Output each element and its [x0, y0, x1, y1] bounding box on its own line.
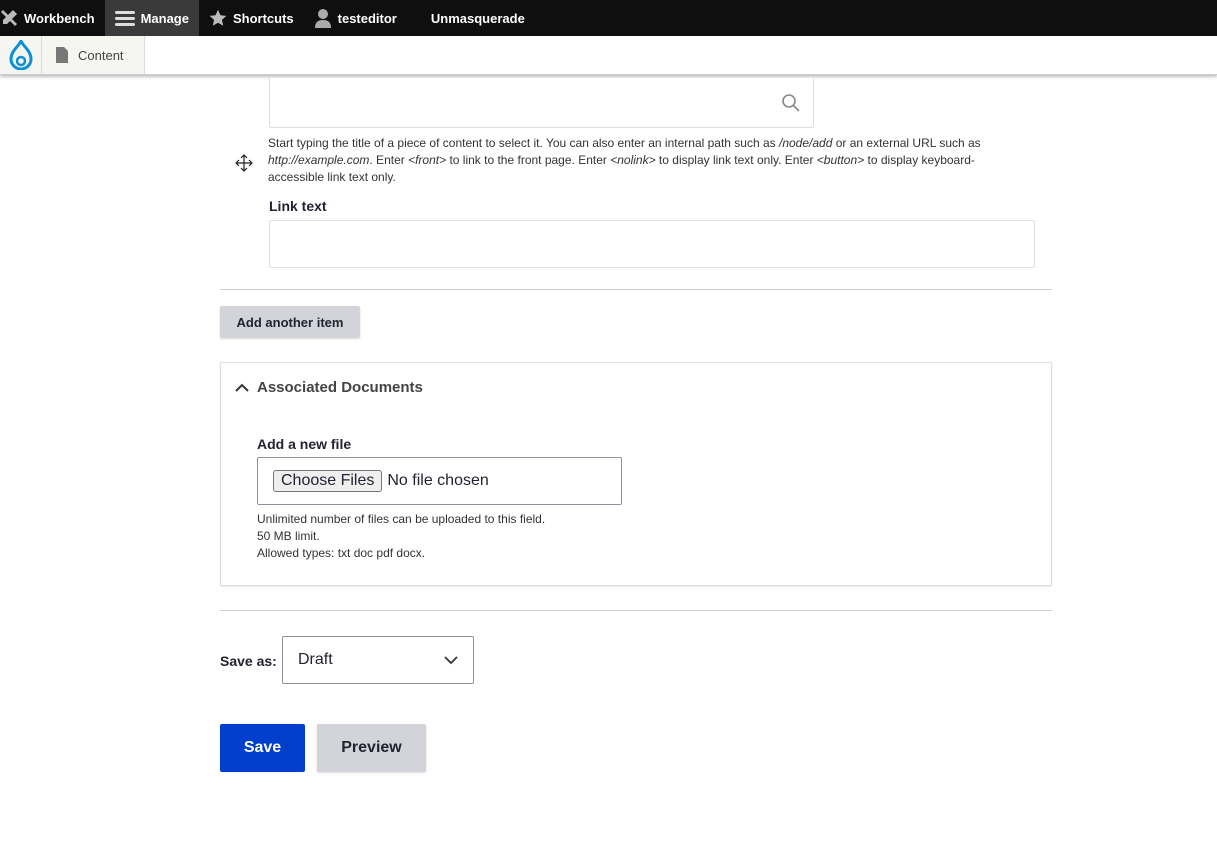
choose-files-button[interactable]: Choose Files: [273, 470, 383, 492]
user-icon: [314, 9, 331, 28]
divider: [220, 289, 1052, 290]
no-file-chosen-text: No file chosen: [387, 472, 489, 489]
tools-icon: [1, 10, 17, 26]
description-segment: to link to the front page. Enter: [446, 153, 611, 167]
associated-documents-summary[interactable]: Associated Documents: [235, 379, 423, 396]
description-segment: <button>: [816, 153, 865, 167]
toolbar-shortcuts[interactable]: Shortcuts: [199, 0, 304, 36]
chevron-up-icon: [235, 383, 249, 392]
toolbar-user[interactable]: testeditor: [304, 0, 407, 36]
link-text-input[interactable]: [269, 220, 1035, 268]
preview-button[interactable]: Preview: [317, 724, 426, 772]
associated-documents-title: Associated Documents: [257, 379, 423, 396]
description-segment: /node/add: [779, 136, 833, 150]
url-description: Start typing the title of a piece of con…: [268, 135, 1028, 186]
file-help-3: Allowed types: txt doc pdf docx.: [257, 546, 426, 560]
url-input[interactable]: [269, 78, 814, 128]
admin-toolbar: Workbench Manage Shortcuts testeditor Un…: [0, 0, 1217, 36]
toolbar-workbench[interactable]: Workbench: [0, 0, 105, 36]
description-segment: or an external URL such as: [832, 136, 981, 150]
document-icon: [56, 47, 68, 63]
description-segment: http://example.com: [268, 153, 370, 167]
drupal-drop-icon: [8, 40, 33, 70]
search-icon: [782, 94, 800, 112]
file-help-1: Unlimited number of files can be uploade…: [257, 512, 546, 526]
toolbar-unmasquerade[interactable]: Unmasquerade: [407, 0, 535, 36]
file-help-2: 50 MB limit.: [257, 529, 320, 543]
toolbar-unmasquerade-label: Unmasquerade: [430, 10, 525, 26]
description-segment: Start typing the title of a piece of con…: [268, 136, 779, 150]
secondary-toolbar: Content: [0, 36, 1217, 75]
save-button[interactable]: Save: [220, 724, 305, 772]
save-as-select[interactable]: Draft: [282, 636, 474, 684]
description-segment: . Enter: [369, 153, 409, 167]
description-segment: <front>: [408, 153, 447, 167]
file-input[interactable]: Choose Files No file chosen: [257, 457, 622, 505]
star-icon: [209, 9, 227, 26]
divider: [220, 610, 1052, 611]
drag-handle-icon[interactable]: [235, 154, 253, 172]
toolbar-workbench-label: Workbench: [24, 10, 95, 26]
menu-icon: [114, 11, 135, 26]
add-file-label: Add a new file: [257, 436, 352, 452]
toolbar-manage[interactable]: Manage: [104, 0, 199, 36]
save-as-value: Draft: [298, 651, 333, 668]
drupal-logo[interactable]: [0, 36, 42, 74]
link-text-label: Link text: [269, 198, 327, 214]
description-segment: <nolink>: [610, 153, 656, 167]
toolbar-manage-label: Manage: [140, 10, 189, 26]
content-tab-label: Content: [78, 47, 124, 63]
toolbar-shortcuts-label: Shortcuts: [232, 10, 294, 26]
add-another-item-button[interactable]: Add another item: [220, 306, 360, 338]
content-tab[interactable]: Content: [42, 36, 145, 74]
toolbar-user-label: testeditor: [337, 10, 397, 26]
description-segment: to display link text only. Enter: [655, 153, 817, 167]
chevron-down-icon: [444, 656, 458, 665]
save-as-label: Save as:: [220, 653, 277, 669]
